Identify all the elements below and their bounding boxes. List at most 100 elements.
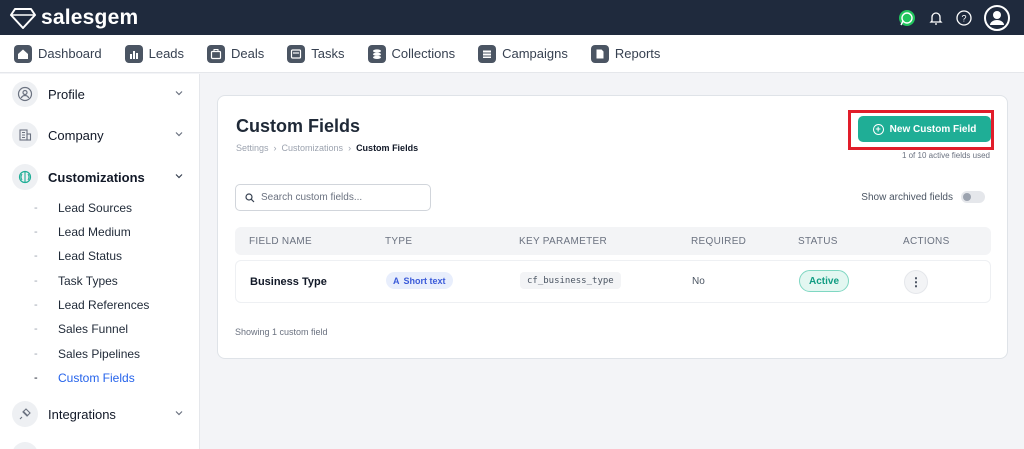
status-badge: Active xyxy=(799,270,849,292)
table-header: FIELD NAME TYPE KEY PARAMETER REQUIRED S… xyxy=(235,227,991,255)
plus-circle-icon: + xyxy=(872,123,884,135)
sidebar-item-label: Lead Medium xyxy=(58,225,131,239)
sidebar-item-lead-medium[interactable]: - Lead Medium xyxy=(34,225,131,239)
sidebar-item-label: Lead Status xyxy=(58,249,123,263)
chevron-down-icon xyxy=(175,91,183,96)
gem-logo-icon xyxy=(10,7,36,29)
sidebar-item-task-types[interactable]: - Task Types xyxy=(34,274,118,288)
sidebar-group-label: Integrations xyxy=(48,406,116,422)
toggle-switch[interactable] xyxy=(961,191,985,203)
table-row[interactable]: Business Type A Short text cf_business_t… xyxy=(235,260,991,303)
sidebar-item-label: Lead Sources xyxy=(58,201,133,215)
sidebar-item-lead-status[interactable]: - Lead Status xyxy=(34,249,122,263)
nav-tasks[interactable]: Tasks xyxy=(287,44,345,63)
sidebar-item-sales-funnel[interactable]: - Sales Funnel xyxy=(34,322,128,336)
sidebar-group-company[interactable]: Company xyxy=(12,122,184,148)
nav-label: Dashboard xyxy=(38,46,102,61)
bell-icon[interactable] xyxy=(928,10,944,26)
chevron-down-icon xyxy=(175,174,183,179)
sidebar-group-integrations[interactable]: Integrations xyxy=(12,401,184,427)
sidebar-group-label: Company xyxy=(48,127,104,143)
home-icon xyxy=(14,44,32,63)
required-cell: No xyxy=(692,276,705,287)
custom-fields-card: Custom Fields Settings › Customizations … xyxy=(217,95,1008,359)
nav-label: Campaigns xyxy=(502,46,568,61)
show-archived-label: Show archived fields xyxy=(861,191,953,203)
sidebar-item-custom-fields[interactable]: - Custom Fields xyxy=(34,371,135,385)
page-title: Custom Fields xyxy=(236,116,361,136)
field-quota-text: 1 of 10 active fields used xyxy=(901,151,990,160)
chevron-down-icon xyxy=(175,411,183,416)
sidebar-item-label: Custom Fields xyxy=(58,371,135,385)
sidebar-item-lead-sources[interactable]: - Lead Sources xyxy=(34,201,132,215)
profile-icon xyxy=(12,81,38,107)
text-type-icon: A xyxy=(393,275,400,286)
type-label: Short text xyxy=(403,275,446,286)
campaign-icon xyxy=(478,44,497,63)
sidebar-group-label: Profile xyxy=(48,86,85,102)
chart-icon xyxy=(124,44,143,63)
svg-text:?: ? xyxy=(961,13,966,23)
nav-deals[interactable]: Deals xyxy=(207,44,265,63)
whatsapp-icon[interactable] xyxy=(898,9,916,27)
search-box xyxy=(235,184,431,211)
sidebar-item-label: Sales Pipelines xyxy=(58,347,141,361)
nav-label: Reports xyxy=(614,46,661,61)
column-header-actions: ACTIONS xyxy=(903,236,950,247)
briefcase-icon xyxy=(207,44,226,63)
field-name-cell: Business Type xyxy=(250,276,327,288)
search-input[interactable] xyxy=(261,192,421,203)
breadcrumb-current: Custom Fields xyxy=(356,143,419,153)
sidebar-group-label: Customizations xyxy=(48,169,145,185)
column-header-required[interactable]: REQUIRED xyxy=(691,236,746,247)
sidebar-item-label: Lead References xyxy=(58,298,150,312)
nav-dashboard[interactable]: Dashboard xyxy=(14,44,102,63)
help-icon[interactable]: ? xyxy=(956,9,972,26)
report-icon xyxy=(590,44,609,63)
building-icon xyxy=(12,122,38,148)
nav-label: Deals xyxy=(231,46,265,61)
breadcrumb: Settings › Customizations › Custom Field… xyxy=(236,143,418,153)
nav-campaigns[interactable]: Campaigns xyxy=(478,44,568,63)
sidebar-item-label: Sales Funnel xyxy=(58,322,129,336)
sidebar-next-group-icon xyxy=(12,442,38,449)
coins-icon xyxy=(367,44,386,63)
row-actions-button[interactable]: ⋮ xyxy=(904,270,928,294)
breadcrumb-settings[interactable]: Settings xyxy=(236,143,269,153)
sidebar-item-sales-pipelines[interactable]: - Sales Pipelines xyxy=(34,347,140,361)
sidebar-item-lead-references[interactable]: - Lead References xyxy=(34,298,149,312)
brain-icon xyxy=(12,164,38,190)
app-name: salesgem xyxy=(41,5,139,29)
breadcrumb-separator: › xyxy=(273,143,277,153)
breadcrumb-customizations[interactable]: Customizations xyxy=(282,143,344,153)
tasks-icon xyxy=(287,44,306,63)
main-nav: Dashboard Leads Deals Tasks Collections … xyxy=(0,35,1024,73)
search-icon xyxy=(245,192,255,202)
settings-sidebar: Profile Company Customizations - Lead Sou… xyxy=(0,74,200,449)
new-custom-field-button[interactable]: + New Custom Field xyxy=(858,116,991,142)
top-bar: salesgem ? xyxy=(0,0,1024,35)
show-archived-toggle[interactable]: Show archived fields xyxy=(861,191,985,203)
user-avatar[interactable] xyxy=(984,4,1010,31)
plug-icon xyxy=(12,401,38,427)
sidebar-item-label: Task Types xyxy=(58,274,118,288)
nav-label: Tasks xyxy=(311,46,345,61)
chevron-down-icon xyxy=(175,132,183,137)
nav-collections[interactable]: Collections xyxy=(367,44,456,63)
nav-leads[interactable]: Leads xyxy=(124,44,185,63)
nav-label: Leads xyxy=(148,46,185,61)
column-header-status[interactable]: STATUS xyxy=(798,236,838,247)
key-parameter-cell: cf_business_type xyxy=(520,272,621,289)
app-logo[interactable]: salesgem xyxy=(10,6,138,30)
breadcrumb-separator: › xyxy=(348,143,352,153)
type-badge: A Short text xyxy=(386,272,453,289)
new-custom-field-label: New Custom Field xyxy=(889,123,977,135)
nav-label: Collections xyxy=(391,46,456,61)
results-count: Showing 1 custom field xyxy=(235,327,328,337)
nav-reports[interactable]: Reports xyxy=(590,44,661,63)
sidebar-group-customizations[interactable]: Customizations xyxy=(12,164,184,190)
column-header-field-name[interactable]: FIELD NAME xyxy=(249,236,312,247)
column-header-key-parameter[interactable]: KEY PARAMETER xyxy=(519,236,607,247)
column-header-type[interactable]: TYPE xyxy=(385,236,412,247)
sidebar-group-profile[interactable]: Profile xyxy=(12,81,184,107)
